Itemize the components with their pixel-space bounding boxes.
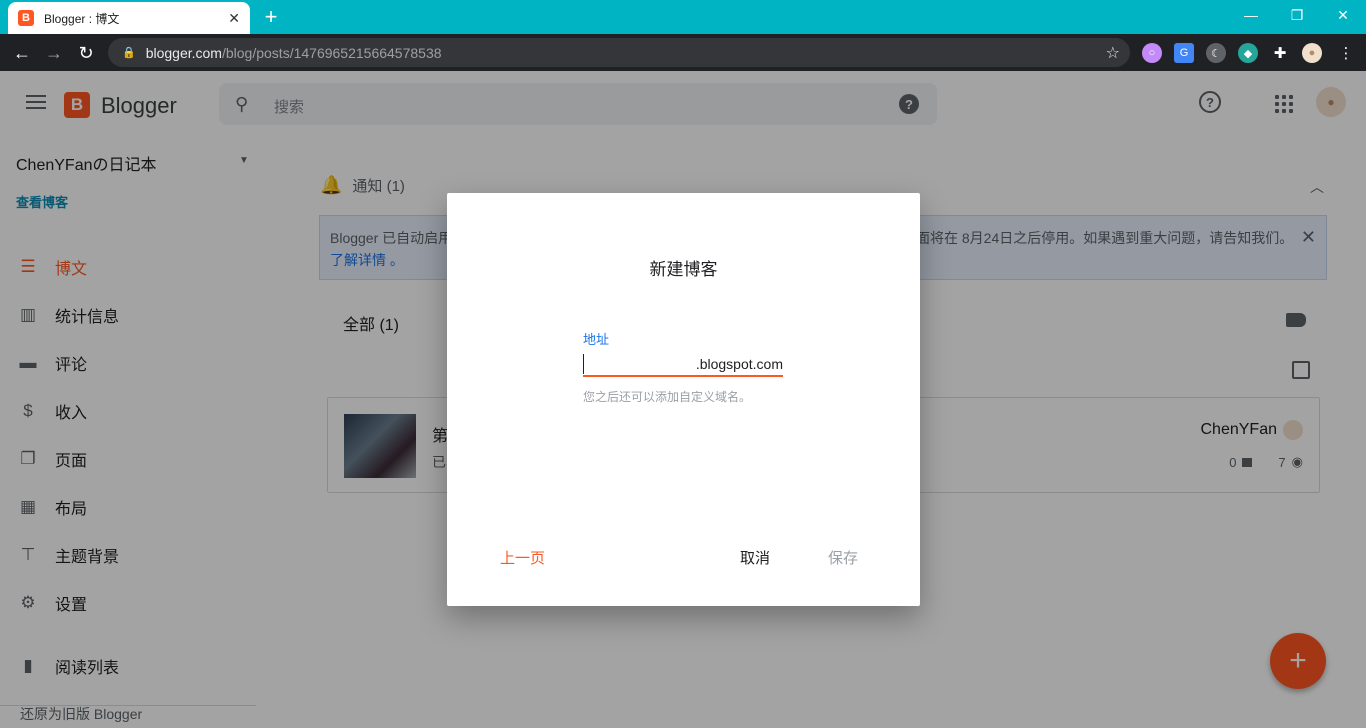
cancel-button[interactable]: 取消	[740, 547, 770, 568]
url-host: blogger.com	[145, 44, 222, 61]
minimize-window-icon[interactable]: —	[1228, 0, 1274, 30]
address-input[interactable]: .blogspot.com	[583, 353, 783, 377]
url-path: /blog/posts/1476965215664578538	[221, 44, 442, 61]
browser-toolbar: ← → ↻ 🔒 blogger.com/blog/posts/147696521…	[0, 34, 1366, 71]
new-blog-dialog: 新建博客 地址 .blogspot.com 您之后还可以添加自定义域名。 上一页…	[447, 193, 920, 606]
extensions-puzzle-icon[interactable]: ✚	[1270, 43, 1290, 63]
bookmark-star-icon[interactable]: ☆	[1106, 43, 1120, 63]
restore-window-icon[interactable]: ❐	[1274, 0, 1320, 30]
extension-teal-icon[interactable]: ◆	[1238, 43, 1258, 63]
back-arrow-icon[interactable]: ←	[10, 41, 34, 65]
text-caret	[583, 354, 584, 374]
reload-icon[interactable]: ↻	[74, 41, 98, 65]
browser-menu-icon[interactable]: ⋮	[1336, 43, 1356, 63]
tab-title: Blogger : 博文	[44, 11, 120, 26]
tab-close-icon[interactable]: ✕	[228, 10, 240, 27]
lock-icon: 🔒	[122, 47, 136, 59]
new-tab-button[interactable]: +	[260, 4, 282, 30]
browser-tab-bar: B Blogger : 博文 ✕ + — ❐ ✕	[0, 0, 1366, 34]
address-field-label: 地址	[583, 332, 610, 347]
profile-avatar-icon[interactable]: ●	[1302, 43, 1322, 63]
address-bar[interactable]: 🔒 blogger.com/blog/posts/147696521566457…	[108, 38, 1130, 67]
extension-circle-icon[interactable]: ○	[1142, 43, 1162, 63]
extension-moon-icon[interactable]: ☾	[1206, 43, 1226, 63]
close-window-icon[interactable]: ✕	[1320, 0, 1366, 30]
address-hint: 您之后还可以添加自定义域名。	[583, 390, 752, 404]
previous-button[interactable]: 上一页	[500, 547, 545, 568]
address-suffix: .blogspot.com	[695, 356, 783, 372]
forward-arrow-icon[interactable]: →	[42, 41, 66, 65]
blogger-favicon-icon: B	[18, 10, 34, 26]
save-button[interactable]: 保存	[828, 547, 858, 568]
browser-tab[interactable]: B Blogger : 博文 ✕	[8, 2, 250, 34]
translate-extension-icon[interactable]: G	[1174, 43, 1194, 63]
dialog-title: 新建博客	[649, 260, 718, 279]
